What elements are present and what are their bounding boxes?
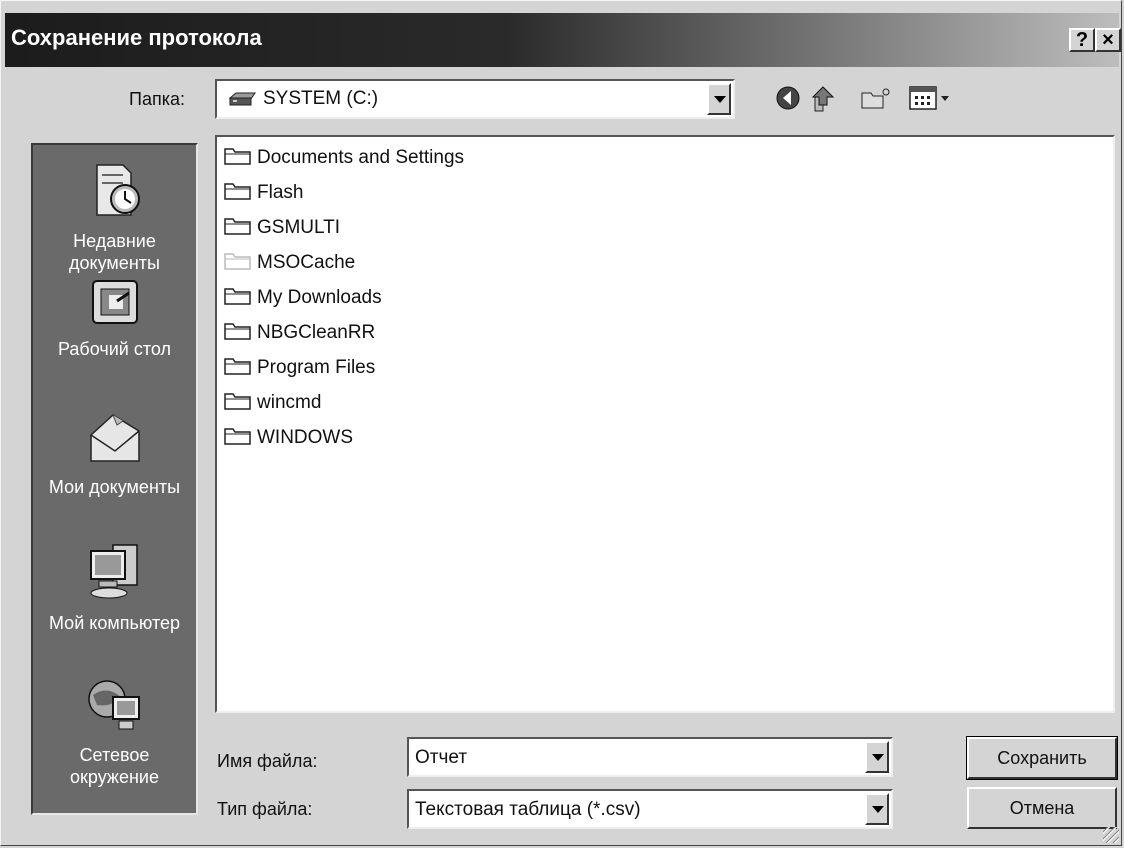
drive-icon — [227, 91, 257, 112]
place-label: Мой компьютер — [48, 613, 181, 633]
filetype-value: Текстовая таблица (*.csv) — [415, 799, 641, 820]
file-name: WINDOWS — [257, 427, 354, 448]
filename-value: Отчет — [415, 747, 468, 768]
up-folder-icon[interactable] — [809, 83, 839, 113]
place-my-documents[interactable]: Мои документы — [33, 407, 196, 498]
file-name: Program Files — [257, 357, 376, 378]
help-button[interactable]: ? — [1069, 28, 1095, 52]
place-network[interactable]: Сетевое окружение — [33, 675, 196, 788]
resize-grip[interactable] — [1103, 827, 1119, 843]
place-desktop[interactable]: Рабочий стол — [33, 275, 196, 360]
list-item[interactable]: wincmd — [223, 388, 321, 418]
view-menu-icon[interactable] — [907, 83, 961, 113]
place-label: Недавние документы — [69, 231, 160, 273]
file-name: Documents and Settings — [257, 147, 465, 168]
filename-dropdown-arrow[interactable] — [865, 741, 889, 773]
folder-icon — [223, 214, 253, 242]
folder-icon — [223, 424, 253, 452]
save-button[interactable]: Сохранить — [966, 736, 1118, 780]
file-name: GSMULTI — [257, 217, 341, 238]
title-bar[interactable]: Сохранение протокола ? × — [5, 13, 1121, 67]
places-bar: Недавние документы Рабочий стол Мои доку… — [31, 143, 198, 815]
recent-documents-icon — [33, 161, 196, 226]
filename-label: Имя файла: — [217, 751, 318, 771]
list-item[interactable]: Documents and Settings — [223, 143, 464, 173]
cancel-button[interactable]: Отмена — [967, 787, 1117, 829]
location-value: SYSTEM (C:) — [263, 88, 379, 109]
place-label: Рабочий стол — [58, 339, 171, 359]
folder-icon — [223, 354, 253, 382]
back-icon[interactable] — [773, 83, 803, 113]
folder-icon — [223, 144, 253, 172]
file-name: MSOCache — [257, 252, 356, 273]
close-button[interactable]: × — [1095, 28, 1121, 52]
file-list[interactable]: Documents and Settings Flash GSMULTI MSO… — [215, 135, 1115, 713]
place-label: Сетевое окружение — [70, 745, 159, 787]
file-name: Flash — [257, 182, 304, 203]
desktop-icon — [33, 275, 196, 334]
my-documents-icon — [33, 407, 196, 472]
folder-icon — [223, 284, 253, 312]
location-dropdown[interactable]: SYSTEM (C:) — [215, 79, 735, 119]
place-label: Мои документы — [48, 477, 181, 497]
list-item[interactable]: MSOCache — [223, 248, 355, 278]
list-item[interactable]: My Downloads — [223, 283, 382, 313]
folder-icon — [223, 389, 253, 417]
filetype-label: Тип файла: — [217, 799, 313, 819]
file-name: My Downloads — [257, 287, 382, 308]
file-name: wincmd — [257, 392, 322, 413]
location-label: Папка: — [129, 89, 185, 110]
filetype-dropdown[interactable]: Текстовая таблица (*.csv) — [407, 789, 893, 829]
folder-icon — [223, 179, 253, 207]
filename-input[interactable]: Отчет — [407, 737, 893, 777]
new-folder-icon[interactable] — [859, 83, 893, 113]
hidden-folder-icon — [223, 249, 253, 277]
place-recent-documents[interactable]: Недавние документы — [33, 161, 196, 274]
location-label-text: Папка: — [129, 89, 185, 109]
dialog-title: Сохранение протокола — [11, 25, 262, 50]
network-icon — [33, 675, 196, 740]
list-item[interactable]: Program Files — [223, 353, 375, 383]
save-dialog: Сохранение протокола ? × Папка: SYSTEM (… — [0, 0, 1122, 846]
place-my-computer[interactable]: Мой компьютер — [33, 541, 196, 634]
list-item[interactable]: Flash — [223, 178, 303, 208]
file-name: NBGCleanRR — [257, 322, 376, 343]
filetype-dropdown-arrow[interactable] — [865, 793, 889, 825]
my-computer-icon — [33, 541, 196, 608]
list-item[interactable]: NBGCleanRR — [223, 318, 375, 348]
list-item[interactable]: GSMULTI — [223, 213, 340, 243]
list-item[interactable]: WINDOWS — [223, 423, 353, 453]
location-dropdown-arrow[interactable] — [707, 83, 731, 115]
folder-icon — [223, 319, 253, 347]
